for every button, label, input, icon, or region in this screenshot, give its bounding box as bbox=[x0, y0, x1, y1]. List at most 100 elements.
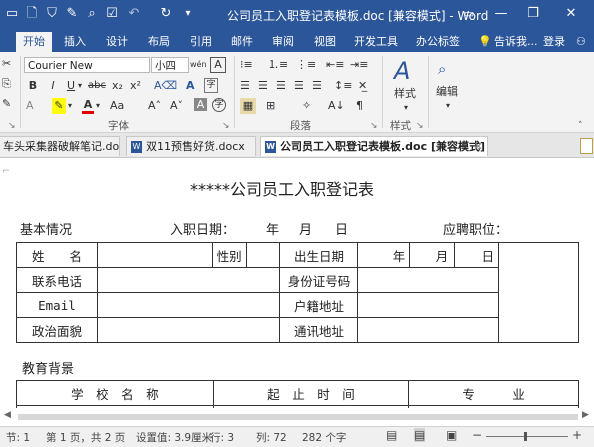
scroll-thumb[interactable] bbox=[18, 414, 578, 420]
table-cell[interactable] bbox=[96, 292, 281, 318]
scroll-left-icon[interactable]: ◀ bbox=[4, 410, 11, 420]
justify-icon[interactable]: ☰ bbox=[294, 78, 304, 94]
status-line[interactable]: 行: 3 bbox=[210, 430, 234, 445]
tab-mailings[interactable]: 邮件 bbox=[231, 33, 253, 50]
tab-office-tab[interactable]: 办公标签 bbox=[416, 33, 460, 50]
phonetic-guide-icon[interactable]: wén bbox=[190, 57, 207, 73]
zoom-slider[interactable] bbox=[486, 436, 568, 437]
char-scale-icon[interactable]: 字 bbox=[204, 78, 218, 93]
show-marks-icon[interactable]: ¶ bbox=[356, 98, 363, 114]
styles-gallery-icon[interactable]: A bbox=[394, 58, 410, 84]
font-name-combo[interactable]: Courier New bbox=[24, 57, 150, 73]
align-center-icon[interactable]: ☰ bbox=[258, 78, 268, 94]
underline-dropdown-icon[interactable]: ▾ bbox=[78, 78, 82, 94]
font-dialog-icon[interactable]: A bbox=[186, 78, 195, 94]
asian-layout-icon[interactable]: ✕̲ bbox=[358, 78, 367, 94]
minimize-button[interactable]: — bbox=[490, 4, 512, 24]
table-cell[interactable] bbox=[96, 317, 281, 343]
table-cell[interactable] bbox=[245, 242, 281, 268]
italic-button[interactable]: I bbox=[46, 78, 60, 94]
chinese-layout-icon[interactable]: ✧ bbox=[302, 98, 311, 114]
borders-icon[interactable]: ⊞ bbox=[266, 98, 275, 114]
change-case-button[interactable]: Aa bbox=[110, 98, 124, 114]
close-button[interactable]: ✕ bbox=[560, 4, 582, 24]
font-size-combo[interactable]: 小四 bbox=[151, 57, 189, 73]
tell-me-box[interactable]: 告诉我... bbox=[494, 33, 538, 50]
align-left-icon[interactable]: ☰ bbox=[240, 78, 250, 94]
zoom-out-icon[interactable]: − bbox=[472, 428, 482, 442]
underline-button[interactable]: U bbox=[64, 78, 78, 94]
font-color-icon[interactable]: A bbox=[82, 98, 94, 114]
superscript-button[interactable]: x² bbox=[130, 78, 141, 94]
status-section[interactable]: 节: 1 bbox=[6, 430, 30, 445]
font-color-dropdown-icon[interactable]: ▾ bbox=[96, 98, 100, 114]
increase-indent-icon[interactable]: ⇥≡ bbox=[350, 57, 368, 73]
char-shading-icon[interactable]: A bbox=[194, 98, 207, 111]
new-doc-icon[interactable]: ▭ bbox=[4, 6, 20, 22]
align-right-icon[interactable]: ☰ bbox=[276, 78, 286, 94]
multilevel-list-icon[interactable]: ⋮≡ bbox=[296, 57, 316, 73]
font-launcher-icon[interactable]: ↘ bbox=[222, 118, 230, 134]
sort-icon[interactable]: A↓ bbox=[328, 98, 345, 114]
undo-icon[interactable]: ↶ bbox=[126, 6, 142, 22]
scroll-right-icon[interactable]: ▶ bbox=[582, 410, 589, 420]
shading-icon[interactable]: ▦ bbox=[240, 98, 256, 114]
document-page[interactable]: ⌐ *****公司员工入职登记表 基本情况 入职日期： 年 月 日 应聘职位： … bbox=[0, 158, 594, 408]
find-icon[interactable]: ⌕ bbox=[438, 60, 446, 78]
grow-font-button[interactable]: A˄ bbox=[148, 98, 161, 114]
shrink-font-button[interactable]: A˅ bbox=[170, 98, 183, 114]
read-mode-icon[interactable]: ▤ bbox=[386, 428, 397, 442]
tab-home[interactable]: 开始 bbox=[16, 32, 52, 52]
close-tab-icon[interactable]: ✕ bbox=[474, 137, 483, 156]
bullets-icon[interactable]: ⁝≡ bbox=[240, 57, 253, 73]
doc-tab-2[interactable]: W 双11预售好货.docx bbox=[126, 136, 256, 156]
clipboard-launcher-icon[interactable]: ↘ bbox=[8, 118, 16, 134]
new-doc-tab-icon[interactable] bbox=[580, 138, 593, 154]
table-cell[interactable] bbox=[357, 292, 500, 318]
styles-launcher-icon[interactable]: ↘ bbox=[416, 118, 424, 134]
tab-layout[interactable]: 布局 bbox=[148, 33, 170, 50]
table-cell[interactable] bbox=[96, 242, 213, 268]
status-position[interactable]: 设置值: 3.9厘米 bbox=[136, 430, 212, 445]
text-effects-icon[interactable]: A bbox=[26, 98, 34, 114]
redo-icon[interactable]: ↻ bbox=[158, 6, 174, 22]
print-layout-icon[interactable]: ▤ bbox=[414, 428, 426, 442]
decrease-indent-icon[interactable]: ⇤≡ bbox=[326, 57, 344, 73]
checkbox-icon[interactable]: ☑ bbox=[104, 6, 120, 22]
cut-icon[interactable]: ✂ bbox=[2, 56, 11, 72]
status-page[interactable]: 第 1 页，共 2 页 bbox=[46, 430, 125, 445]
styles-dropdown-icon[interactable]: ▾ bbox=[404, 100, 408, 116]
share-icon[interactable]: ⚇ bbox=[576, 33, 586, 50]
format-painter-qa-icon[interactable]: ✎ bbox=[64, 6, 80, 22]
print-preview-icon[interactable]: ⌕ bbox=[84, 6, 100, 22]
customize-qa-icon[interactable]: ▾ bbox=[180, 6, 196, 22]
table-cell[interactable] bbox=[96, 267, 281, 293]
photo-cell[interactable] bbox=[498, 242, 579, 343]
clear-format-icon[interactable]: A⌫ bbox=[154, 78, 177, 94]
table-cell[interactable] bbox=[357, 317, 500, 343]
subscript-button[interactable]: x₂ bbox=[112, 78, 123, 94]
tell-me-icon[interactable]: 💡 bbox=[478, 33, 492, 50]
doc-tab-1[interactable]: 车头采集器破解笔记.docx bbox=[0, 136, 120, 156]
save-icon[interactable]: ⛉ bbox=[44, 6, 60, 22]
web-layout-icon[interactable]: ▣ bbox=[446, 428, 457, 442]
tab-review[interactable]: 审阅 bbox=[272, 33, 294, 50]
horizontal-scrollbar[interactable]: ◀ ▶ bbox=[0, 408, 594, 426]
distribute-icon[interactable]: ☰ bbox=[312, 78, 322, 94]
zoom-in-icon[interactable]: + bbox=[572, 428, 582, 442]
line-spacing-icon[interactable]: ↕≡ bbox=[334, 78, 352, 94]
restore-button[interactable]: ❐ bbox=[522, 4, 544, 24]
tab-view[interactable]: 视图 bbox=[314, 33, 336, 50]
strikethrough-button[interactable]: abc bbox=[88, 78, 106, 94]
enclose-char-icon[interactable]: 字 bbox=[212, 98, 226, 112]
numbering-icon[interactable]: ⒈≡ bbox=[268, 57, 288, 73]
highlight-dropdown-icon[interactable]: ▾ bbox=[68, 98, 72, 114]
tab-developer[interactable]: 开发工具 bbox=[354, 33, 398, 50]
table-cell[interactable] bbox=[357, 267, 500, 293]
paragraph-launcher-icon[interactable]: ↘ bbox=[370, 118, 378, 134]
zoom-slider-thumb[interactable] bbox=[524, 432, 527, 441]
tab-insert[interactable]: 插入 bbox=[64, 33, 86, 50]
tab-references[interactable]: 引用 bbox=[190, 33, 212, 50]
editing-dropdown-icon[interactable]: ▾ bbox=[446, 98, 450, 114]
new-icon[interactable]: 🗋 bbox=[24, 6, 40, 22]
